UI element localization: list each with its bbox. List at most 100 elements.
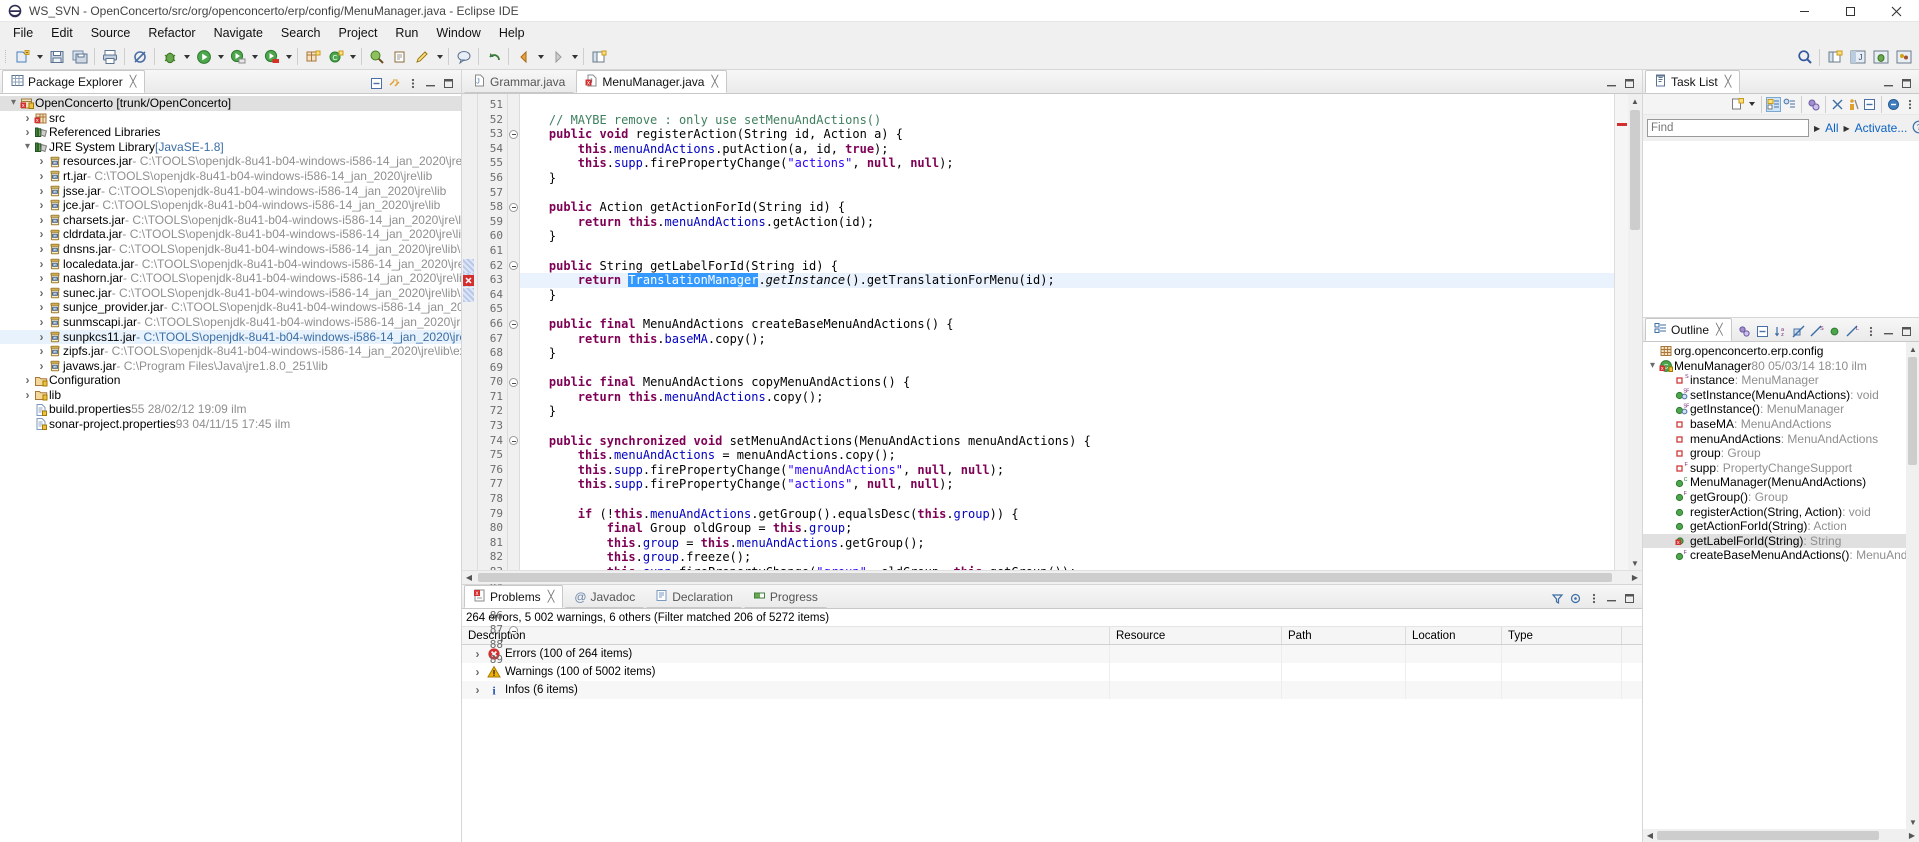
tab-declaration[interactable]: Declaration xyxy=(646,585,742,608)
tree-item-src[interactable]: x src xyxy=(0,111,461,126)
menu-file[interactable]: File xyxy=(4,24,42,42)
view-menu-icon[interactable] xyxy=(1902,97,1917,112)
maximize-button[interactable] xyxy=(1827,0,1873,22)
chevron-right-icon[interactable] xyxy=(22,111,33,126)
tree-item-rt-jar[interactable]: 010 rt.jar - C:\TOOLS\openjdk-8u41-b04-wi… xyxy=(0,169,461,184)
tree-item-jre-system-library[interactable]: JRE System Library [JavaSE-1.8] xyxy=(0,140,461,155)
chevron-down-icon[interactable] xyxy=(22,140,33,155)
search-icon[interactable] xyxy=(389,46,410,67)
problems-column-header[interactable]: Location xyxy=(1406,627,1502,644)
code-line[interactable]: } xyxy=(520,229,1614,244)
coverage-icon[interactable] xyxy=(261,46,282,67)
open-perspective-button-icon[interactable] xyxy=(1824,47,1845,68)
chevron-right-icon[interactable] xyxy=(36,257,47,272)
tab-outline[interactable]: Outline ╳ xyxy=(1645,318,1732,341)
chevron-right-icon[interactable] xyxy=(36,198,47,213)
code-line[interactable]: if (!this.menuAndActions.getGroup().equa… xyxy=(520,507,1614,522)
outline-item-menuandactions[interactable]: menuAndActions : MenuAndActions xyxy=(1643,432,1919,447)
scroll-left-icon[interactable]: ◀ xyxy=(462,571,476,585)
maximize-view-icon[interactable] xyxy=(1899,76,1914,91)
new-wizard-icon[interactable] xyxy=(12,46,33,67)
problems-column-header[interactable]: Type xyxy=(1502,627,1622,644)
toolbar-grip[interactable] xyxy=(4,48,9,66)
code-line[interactable]: // MAYBE remove : only use setMenuAndAct… xyxy=(520,113,1614,128)
focus-on-selection-icon[interactable] xyxy=(1568,591,1583,606)
menu-navigate[interactable]: Navigate xyxy=(205,24,272,42)
tab-progress[interactable]: Progress xyxy=(743,585,827,608)
hide-non-public-icon[interactable] xyxy=(1827,324,1842,339)
overview-error-marker[interactable] xyxy=(1617,123,1627,126)
new-class-dropdown-icon[interactable] xyxy=(347,46,358,67)
chevron-right-icon[interactable] xyxy=(36,286,47,301)
help-icon[interactable]: ? xyxy=(1912,120,1919,137)
editor-marker-column[interactable] xyxy=(462,94,478,570)
tree-item-lib[interactable]: lib xyxy=(0,388,461,403)
error-marker-icon[interactable] xyxy=(463,275,474,287)
minimize-view-icon[interactable] xyxy=(1604,591,1619,606)
code-line[interactable]: this.menuAndActions = menuAndActions.cop… xyxy=(520,448,1614,463)
chevron-right-icon[interactable] xyxy=(472,681,483,699)
close-icon[interactable]: ╳ xyxy=(1716,323,1723,336)
hscrollbar-thumb[interactable] xyxy=(478,573,1612,582)
outline-item-menumanager-menuandactions-[interactable]: C MenuManager(MenuAndActions) xyxy=(1643,475,1919,490)
new-task-icon[interactable] xyxy=(1730,97,1745,112)
toggle-breakpoint-icon[interactable] xyxy=(129,46,150,67)
tree-item-sunmscapi-jar[interactable]: 010 sunmscapi.jar - C:\TOOLS\openjdk-8u41… xyxy=(0,315,461,330)
focus-on-active-task-icon[interactable] xyxy=(1737,324,1752,339)
run-history-icon[interactable] xyxy=(227,46,248,67)
new-java-class-icon[interactable]: C xyxy=(325,46,346,67)
chevron-right-icon[interactable] xyxy=(36,359,47,374)
back-dropdown-icon[interactable] xyxy=(535,46,546,67)
hscrollbar-thumb[interactable] xyxy=(1657,831,1879,840)
task-activate-link[interactable]: Activate... xyxy=(1855,121,1908,135)
tree-item-openconcerto-trunk-openconcerto-[interactable]: x OpenConcerto [trunk/OpenConcerto] xyxy=(0,96,461,111)
editor-vertical-scrollbar[interactable]: ▲ ▼ xyxy=(1628,94,1642,570)
view-menu-icon[interactable] xyxy=(1586,591,1601,606)
link-with-editor-icon[interactable] xyxy=(387,76,402,91)
code-line[interactable]: this.supp.firePropertyChange("actions", … xyxy=(520,477,1614,492)
view-menu-icon[interactable] xyxy=(405,76,420,91)
print-icon[interactable] xyxy=(99,46,120,67)
tab-grammar-java[interactable]: J Grammar.java xyxy=(464,70,575,93)
fold-toggle-icon[interactable] xyxy=(508,200,519,215)
task-list-body[interactable] xyxy=(1643,141,1919,317)
maximize-editor-icon[interactable] xyxy=(1622,76,1637,91)
fold-toggle-icon[interactable] xyxy=(508,623,519,638)
fold-toggle-icon[interactable] xyxy=(508,434,519,449)
problems-column-header[interactable]: Resource xyxy=(1110,627,1282,644)
menu-edit[interactable]: Edit xyxy=(42,24,82,42)
perspective-team-icon[interactable] xyxy=(1893,47,1914,68)
problems-column-header[interactable]: Description xyxy=(462,627,1110,644)
chevron-right-icon[interactable] xyxy=(36,169,47,184)
minimize-view-icon[interactable] xyxy=(1881,324,1896,339)
problems-row[interactable]: i Infos (6 items) xyxy=(462,681,1642,699)
code-line[interactable]: final Group oldGroup = this.group; xyxy=(520,521,1614,536)
package-explorer-tree[interactable]: x OpenConcerto [trunk/OpenConcerto] x srcRe… xyxy=(0,94,461,842)
scroll-down-icon[interactable]: ▼ xyxy=(1628,556,1642,570)
minimize-view-icon[interactable] xyxy=(423,76,438,91)
tree-item-sonar-project-properties[interactable]: sonar-project.properties 93 04/11/15 17:… xyxy=(0,417,461,432)
collapse-all-icon[interactable] xyxy=(1755,324,1770,339)
tree-item-sunjce-provider-jar[interactable]: 010 sunjce_provider.jar - C:\TOOLS\openjd… xyxy=(0,300,461,315)
perspective-debug-icon[interactable] xyxy=(1870,47,1891,68)
chevron-right-icon[interactable] xyxy=(36,227,47,242)
hide-local-types-icon[interactable]: L xyxy=(1845,324,1860,339)
problems-column-headers[interactable]: Description Resource Path Location Type xyxy=(462,627,1642,645)
outline-item-basema[interactable]: baseMA : MenuAndActions xyxy=(1643,417,1919,432)
scroll-right-icon[interactable]: ▶ xyxy=(1905,829,1919,842)
code-line[interactable] xyxy=(520,244,1614,259)
chevron-down-icon[interactable] xyxy=(1647,359,1658,374)
code-line[interactable] xyxy=(520,302,1614,317)
new-java-package-icon[interactable] xyxy=(302,46,323,67)
chevron-right-icon[interactable] xyxy=(36,242,47,257)
maximize-view-icon[interactable] xyxy=(1899,324,1914,339)
collapse-all-icon[interactable] xyxy=(369,76,384,91)
code-line[interactable]: return this.baseMA.copy(); xyxy=(520,332,1614,347)
undo-icon[interactable] xyxy=(483,46,504,67)
chevron-right-icon[interactable] xyxy=(36,154,47,169)
scroll-left-icon[interactable]: ◀ xyxy=(1643,829,1657,842)
filter-icon[interactable] xyxy=(1550,591,1565,606)
coverage-dropdown-icon[interactable] xyxy=(283,46,294,67)
view-menu-icon[interactable] xyxy=(1863,324,1878,339)
close-button[interactable] xyxy=(1873,0,1919,22)
